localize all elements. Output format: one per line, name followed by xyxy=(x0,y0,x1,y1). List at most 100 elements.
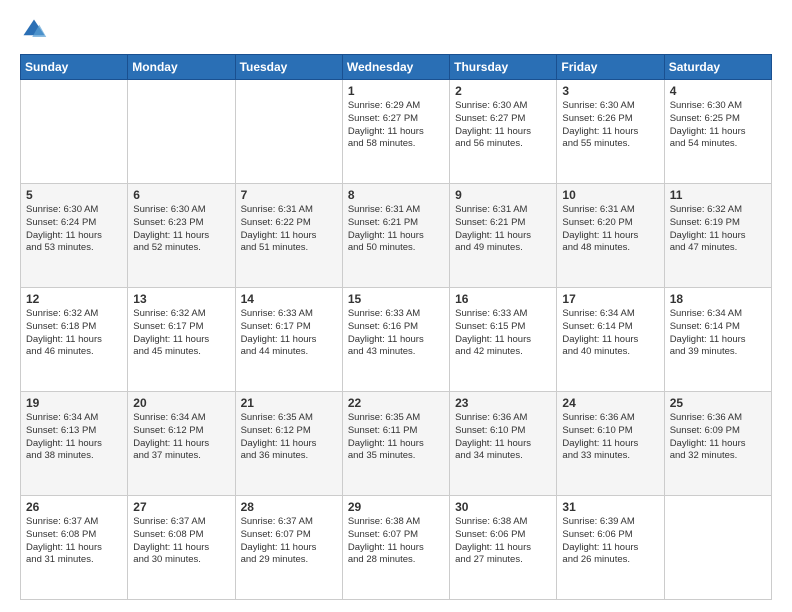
calendar-day-header: Saturday xyxy=(664,55,771,80)
calendar-day-header: Monday xyxy=(128,55,235,80)
calendar-cell: 28Sunrise: 6:37 AM Sunset: 6:07 PM Dayli… xyxy=(235,496,342,600)
calendar-cell: 8 Sunrise: 6:31 AM Sunset: 6:21 PM Daylig… xyxy=(342,184,449,288)
day-info: Sunrise: 6:30 AM Sunset: 6:24 PM Dayligh… xyxy=(26,204,122,255)
day-number: 14 xyxy=(241,292,337,306)
day-number: 5 xyxy=(26,188,122,202)
day-info: Sunrise: 6:35 AM Sunset: 6:12 PM Dayligh… xyxy=(241,412,337,463)
calendar-cell: 9Sunrise: 6:31 AM Sunset: 6:21 PM Daylig… xyxy=(450,184,557,288)
day-number: 20 xyxy=(133,396,229,410)
day-number: 7 xyxy=(241,188,337,202)
calendar-day-header: Thursday xyxy=(450,55,557,80)
day-number: 13 xyxy=(133,292,229,306)
calendar-cell: 11 Sunrise: 6:32 AM Sunset: 6:19 PM Dayli… xyxy=(664,184,771,288)
day-info: Sunrise: 6:37 AM Sunset: 6:07 PM Dayligh… xyxy=(241,516,337,567)
day-number: 8 xyxy=(348,188,444,202)
day-info: Sunrise: 6:34 AM Sunset: 6:14 PM Dayligh… xyxy=(562,308,658,359)
day-info: Sunrise: 6:33 AM Sunset: 6:16 PM Dayligh… xyxy=(348,308,444,359)
day-info: Sunrise: 6:29 AM Sunset: 6:27 PM Dayligh… xyxy=(348,100,444,151)
day-number: 21 xyxy=(241,396,337,410)
calendar-cell: 14 Sunrise: 6:33 AM Sunset: 6:17 PM Dayli… xyxy=(235,288,342,392)
day-info: Sunrise: 6:35 AM Sunset: 6:11 PM Dayligh… xyxy=(348,412,444,463)
calendar-day-header: Sunday xyxy=(21,55,128,80)
day-number: 26 xyxy=(26,500,122,514)
calendar-cell xyxy=(664,496,771,600)
calendar-cell: 26 Sunrise: 6:37 AM Sunset: 6:08 PM Dayli… xyxy=(21,496,128,600)
calendar-cell: 30 Sunrise: 6:38 AM Sunset: 6:06 PM Dayli… xyxy=(450,496,557,600)
day-number: 6 xyxy=(133,188,229,202)
calendar-cell: 19Sunrise: 6:34 AM Sunset: 6:13 PM Dayli… xyxy=(21,392,128,496)
calendar-header-row: SundayMondayTuesdayWednesdayThursdayFrid… xyxy=(21,55,772,80)
calendar-cell xyxy=(128,80,235,184)
day-info: Sunrise: 6:32 AM Sunset: 6:17 PM Dayligh… xyxy=(133,308,229,359)
calendar-week-row: 19Sunrise: 6:34 AM Sunset: 6:13 PM Dayli… xyxy=(21,392,772,496)
header xyxy=(20,16,772,44)
day-number: 30 xyxy=(455,500,551,514)
calendar-day-header: Wednesday xyxy=(342,55,449,80)
calendar-cell: 31 Sunrise: 6:39 AM Sunset: 6:06 PM Dayli… xyxy=(557,496,664,600)
calendar-cell: 27Sunrise: 6:37 AM Sunset: 6:08 PM Dayli… xyxy=(128,496,235,600)
calendar-cell: 15 Sunrise: 6:33 AM Sunset: 6:16 PM Dayli… xyxy=(342,288,449,392)
calendar-week-row: 12 Sunrise: 6:32 AM Sunset: 6:18 PM Dayli… xyxy=(21,288,772,392)
day-info: Sunrise: 6:33 AM Sunset: 6:17 PM Dayligh… xyxy=(241,308,337,359)
day-info: Sunrise: 6:38 AM Sunset: 6:06 PM Dayligh… xyxy=(455,516,551,567)
day-number: 31 xyxy=(562,500,658,514)
calendar-cell: 24 Sunrise: 6:36 AM Sunset: 6:10 PM Dayli… xyxy=(557,392,664,496)
calendar-cell: 12 Sunrise: 6:32 AM Sunset: 6:18 PM Dayli… xyxy=(21,288,128,392)
day-info: Sunrise: 6:34 AM Sunset: 6:14 PM Dayligh… xyxy=(670,308,766,359)
calendar-cell: 16Sunrise: 6:33 AM Sunset: 6:15 PM Dayli… xyxy=(450,288,557,392)
day-number: 10 xyxy=(562,188,658,202)
calendar-cell: 7 Sunrise: 6:31 AM Sunset: 6:22 PM Daylig… xyxy=(235,184,342,288)
page: SundayMondayTuesdayWednesdayThursdayFrid… xyxy=(0,0,792,612)
day-info: Sunrise: 6:32 AM Sunset: 6:19 PM Dayligh… xyxy=(670,204,766,255)
logo xyxy=(20,16,52,44)
calendar-cell: 23Sunrise: 6:36 AM Sunset: 6:10 PM Dayli… xyxy=(450,392,557,496)
day-number: 19 xyxy=(26,396,122,410)
day-info: Sunrise: 6:32 AM Sunset: 6:18 PM Dayligh… xyxy=(26,308,122,359)
day-number: 1 xyxy=(348,84,444,98)
day-info: Sunrise: 6:31 AM Sunset: 6:21 PM Dayligh… xyxy=(455,204,551,255)
day-number: 25 xyxy=(670,396,766,410)
calendar-cell: 4Sunrise: 6:30 AM Sunset: 6:25 PM Daylig… xyxy=(664,80,771,184)
day-info: Sunrise: 6:36 AM Sunset: 6:10 PM Dayligh… xyxy=(562,412,658,463)
day-info: Sunrise: 6:30 AM Sunset: 6:23 PM Dayligh… xyxy=(133,204,229,255)
calendar-week-row: 1 Sunrise: 6:29 AM Sunset: 6:27 PM Daylig… xyxy=(21,80,772,184)
calendar-cell xyxy=(235,80,342,184)
day-info: Sunrise: 6:31 AM Sunset: 6:21 PM Dayligh… xyxy=(348,204,444,255)
day-number: 22 xyxy=(348,396,444,410)
calendar-cell: 20Sunrise: 6:34 AM Sunset: 6:12 PM Dayli… xyxy=(128,392,235,496)
calendar-cell xyxy=(21,80,128,184)
day-number: 12 xyxy=(26,292,122,306)
calendar-day-header: Friday xyxy=(557,55,664,80)
calendar-cell: 13 Sunrise: 6:32 AM Sunset: 6:17 PM Dayli… xyxy=(128,288,235,392)
calendar-cell: 10 Sunrise: 6:31 AM Sunset: 6:20 PM Dayli… xyxy=(557,184,664,288)
calendar-table: SundayMondayTuesdayWednesdayThursdayFrid… xyxy=(20,54,772,600)
day-info: Sunrise: 6:33 AM Sunset: 6:15 PM Dayligh… xyxy=(455,308,551,359)
day-number: 27 xyxy=(133,500,229,514)
day-info: Sunrise: 6:31 AM Sunset: 6:20 PM Dayligh… xyxy=(562,204,658,255)
calendar-cell: 22 Sunrise: 6:35 AM Sunset: 6:11 PM Dayli… xyxy=(342,392,449,496)
calendar-cell: 21 Sunrise: 6:35 AM Sunset: 6:12 PM Dayli… xyxy=(235,392,342,496)
day-number: 24 xyxy=(562,396,658,410)
day-info: Sunrise: 6:36 AM Sunset: 6:10 PM Dayligh… xyxy=(455,412,551,463)
day-number: 11 xyxy=(670,188,766,202)
day-info: Sunrise: 6:30 AM Sunset: 6:25 PM Dayligh… xyxy=(670,100,766,151)
day-number: 18 xyxy=(670,292,766,306)
day-info: Sunrise: 6:31 AM Sunset: 6:22 PM Dayligh… xyxy=(241,204,337,255)
day-info: Sunrise: 6:38 AM Sunset: 6:07 PM Dayligh… xyxy=(348,516,444,567)
day-info: Sunrise: 6:39 AM Sunset: 6:06 PM Dayligh… xyxy=(562,516,658,567)
calendar-cell: 5 Sunrise: 6:30 AM Sunset: 6:24 PM Daylig… xyxy=(21,184,128,288)
day-number: 29 xyxy=(348,500,444,514)
calendar-cell: 25Sunrise: 6:36 AM Sunset: 6:09 PM Dayli… xyxy=(664,392,771,496)
day-info: Sunrise: 6:30 AM Sunset: 6:26 PM Dayligh… xyxy=(562,100,658,151)
calendar-cell: 3 Sunrise: 6:30 AM Sunset: 6:26 PM Daylig… xyxy=(557,80,664,184)
calendar-cell: 18 Sunrise: 6:34 AM Sunset: 6:14 PM Dayli… xyxy=(664,288,771,392)
day-number: 15 xyxy=(348,292,444,306)
calendar-cell: 2Sunrise: 6:30 AM Sunset: 6:27 PM Daylig… xyxy=(450,80,557,184)
calendar-cell: 29 Sunrise: 6:38 AM Sunset: 6:07 PM Dayli… xyxy=(342,496,449,600)
calendar-cell: 6 Sunrise: 6:30 AM Sunset: 6:23 PM Daylig… xyxy=(128,184,235,288)
day-number: 3 xyxy=(562,84,658,98)
logo-icon xyxy=(20,16,48,44)
day-info: Sunrise: 6:37 AM Sunset: 6:08 PM Dayligh… xyxy=(26,516,122,567)
calendar-cell: 17Sunrise: 6:34 AM Sunset: 6:14 PM Dayli… xyxy=(557,288,664,392)
calendar-day-header: Tuesday xyxy=(235,55,342,80)
